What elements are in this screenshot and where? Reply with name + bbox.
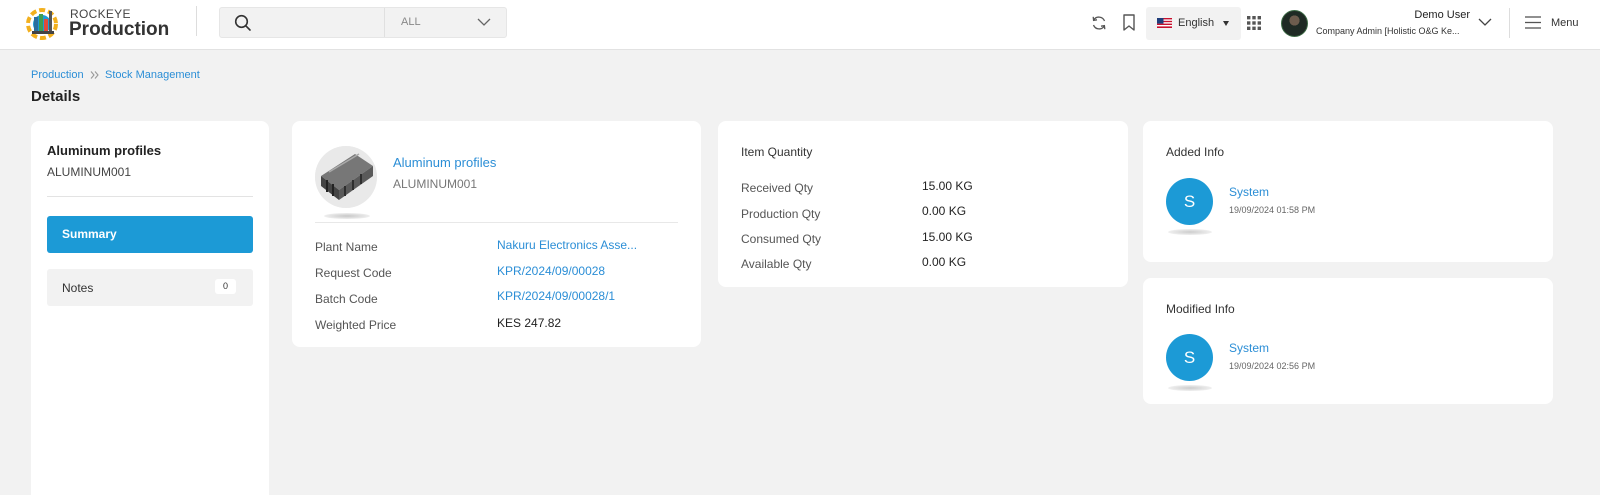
added-date: 19/09/2024 01:58 PM	[1229, 205, 1316, 215]
weighted-price-value: KES 247.82	[497, 316, 562, 330]
modified-info-card: Modified Info S System 19/09/2024 02:56 …	[1143, 278, 1553, 404]
weighted-price-label: Weighted Price	[315, 318, 397, 332]
request-code-label: Request Code	[315, 266, 392, 280]
user-name[interactable]: Demo User	[1380, 9, 1470, 21]
header-divider	[1509, 8, 1510, 38]
search-scope-select[interactable]: ALL	[384, 8, 507, 37]
language-label: English	[1178, 17, 1215, 29]
item-quantity-card: Item Quantity Received Qty 15.00 KG Prod…	[718, 121, 1128, 287]
product-details-card: Aluminum profiles ALUMINUM001 Plant Name…	[292, 121, 701, 347]
product-name-link[interactable]: Aluminum profiles	[393, 155, 496, 170]
item-code: ALUMINUM001	[47, 165, 132, 179]
chevron-down-icon	[477, 18, 491, 26]
global-search: ALL	[219, 7, 507, 38]
search-scope-value: ALL	[401, 16, 421, 28]
caret-down-icon	[1223, 21, 1229, 26]
language-selector[interactable]: English	[1146, 7, 1241, 40]
plant-name-link[interactable]: Nakuru Electronics Asse...	[497, 238, 657, 252]
production-qty-value: 0.00 KG	[922, 204, 967, 218]
divider	[47, 196, 253, 197]
added-by-link[interactable]: System	[1229, 185, 1269, 199]
item-name: Aluminum profiles	[47, 143, 162, 158]
rockeye-logo-icon[interactable]	[24, 5, 60, 41]
request-code-link[interactable]: KPR/2024/09/00028	[497, 264, 657, 278]
user-role: Company Admin [Holistic O&G Ke...	[1316, 26, 1460, 36]
us-flag-icon	[1157, 18, 1172, 28]
modified-by-link[interactable]: System	[1229, 341, 1269, 355]
divider	[315, 222, 678, 223]
avatar: S	[1166, 334, 1213, 381]
double-chevron-right-icon	[90, 71, 99, 79]
consumed-qty-value: 15.00 KG	[922, 230, 973, 244]
batch-code-label: Batch Code	[315, 292, 378, 306]
chevron-down-icon[interactable]	[1478, 17, 1492, 28]
tab-notes[interactable]: Notes 0	[47, 269, 253, 306]
avatar-shadow	[1168, 229, 1212, 235]
tab-summary[interactable]: Summary	[47, 216, 253, 253]
production-qty-label: Production Qty	[741, 207, 821, 221]
received-qty-value: 15.00 KG	[922, 179, 973, 193]
page-title: Details	[31, 88, 81, 105]
product-code: ALUMINUM001	[393, 177, 478, 191]
item-quantity-title: Item Quantity	[741, 145, 813, 159]
available-qty-label: Available Qty	[741, 257, 812, 271]
top-header: ROCKEYE Production ALL English Demo User…	[0, 0, 1600, 50]
modified-date: 19/09/2024 02:56 PM	[1229, 361, 1316, 371]
menu-button[interactable]: Menu	[1551, 17, 1579, 29]
batch-code-link[interactable]: KPR/2024/09/00028/1	[497, 289, 657, 303]
breadcrumb-stock-management[interactable]: Stock Management	[105, 69, 200, 81]
user-avatar[interactable]	[1281, 10, 1308, 37]
product-image	[315, 146, 377, 208]
avatar: S	[1166, 178, 1213, 225]
received-qty-label: Received Qty	[741, 181, 814, 195]
bookmark-icon[interactable]	[1122, 14, 1136, 31]
tab-notes-label: Notes	[62, 281, 94, 295]
added-info-title: Added Info	[1166, 145, 1225, 159]
search-icon[interactable]	[234, 14, 252, 32]
avatar-shadow	[1168, 385, 1212, 391]
apps-grid-icon[interactable]	[1247, 16, 1261, 30]
product-image-shadow	[324, 213, 370, 219]
available-qty-value: 0.00 KG	[922, 255, 967, 269]
item-sidebar-card: Aluminum profiles ALUMINUM001 Summary No…	[31, 121, 269, 495]
hamburger-menu-icon[interactable]	[1525, 16, 1541, 29]
tab-summary-label: Summary	[62, 227, 117, 241]
modified-info-title: Modified Info	[1166, 302, 1235, 316]
breadcrumb-production[interactable]: Production	[31, 69, 84, 81]
plant-name-label: Plant Name	[315, 240, 378, 254]
added-info-card: Added Info S System 19/09/2024 01:58 PM	[1143, 121, 1553, 262]
notes-count-badge: 0	[215, 279, 236, 294]
header-divider	[196, 6, 197, 36]
search-input[interactable]	[260, 8, 400, 37]
app-module-name[interactable]: Production	[69, 19, 169, 41]
refresh-icon[interactable]	[1091, 15, 1107, 31]
consumed-qty-label: Consumed Qty	[741, 232, 822, 246]
